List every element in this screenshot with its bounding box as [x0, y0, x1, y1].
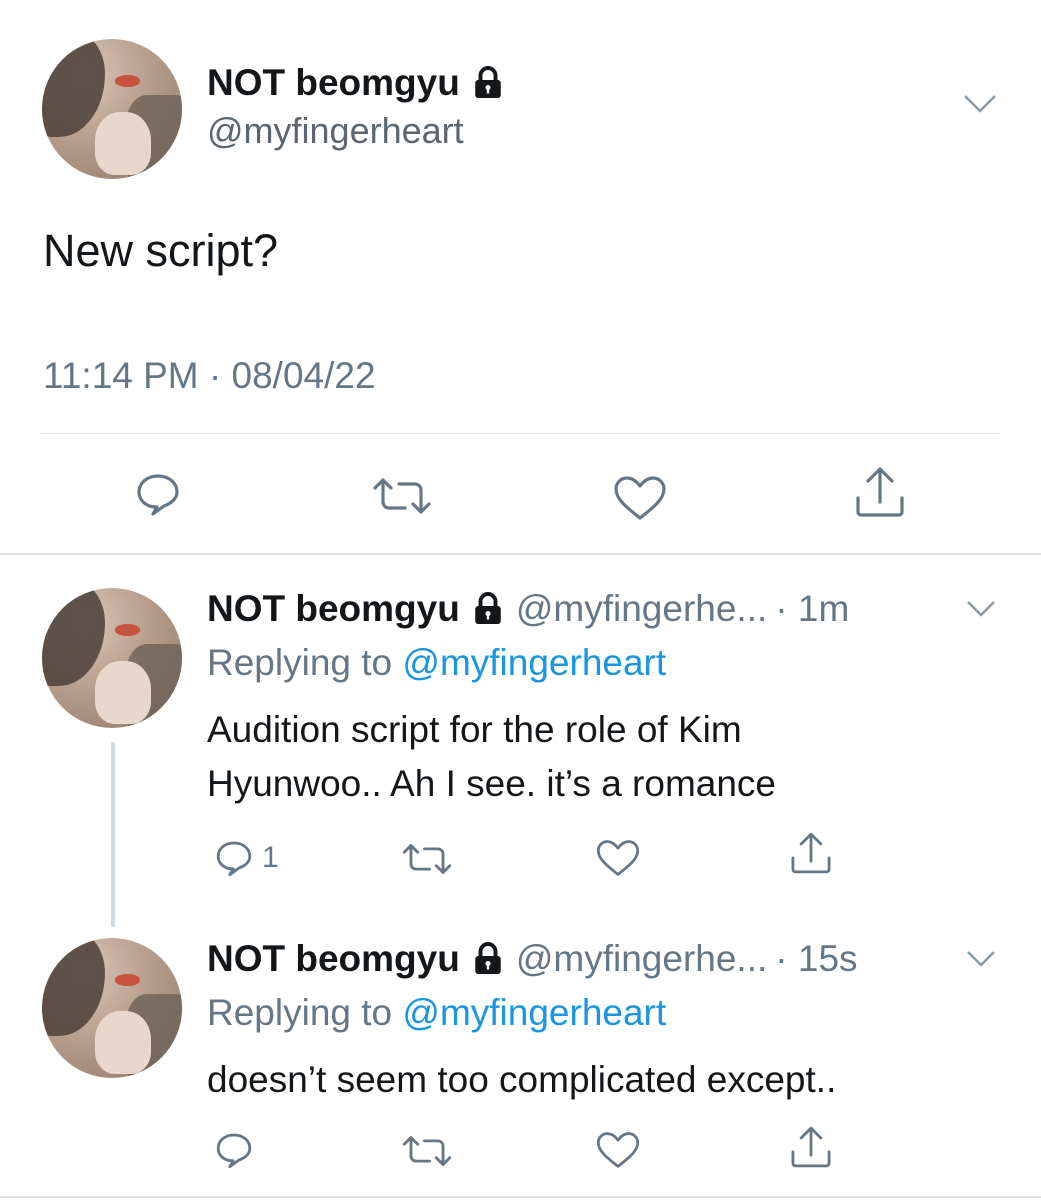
tweet-time[interactable]: · 1m — [775, 588, 849, 630]
reply-icon — [137, 474, 179, 516]
retweet-button[interactable] — [400, 1134, 454, 1168]
lock-icon — [475, 942, 501, 974]
retweet-icon — [373, 478, 431, 514]
reply-count: 1 — [262, 841, 279, 874]
tweet-text: New script? — [43, 225, 279, 276]
like-icon — [596, 840, 640, 876]
lock-icon — [475, 592, 501, 624]
share-icon — [856, 467, 904, 517]
avatar[interactable] — [42, 588, 182, 728]
like-button[interactable] — [595, 1130, 641, 1170]
replying-to: Replying to @myfingerheart — [207, 642, 667, 683]
reply-button[interactable]: 1 — [214, 838, 279, 878]
like-icon — [596, 1132, 640, 1168]
retweet-button[interactable] — [370, 476, 434, 516]
mention-link[interactable]: @myfingerheart — [402, 992, 666, 1033]
thread-connector — [111, 742, 115, 927]
chevron-down-icon[interactable] — [966, 950, 996, 968]
display-name[interactable]: NOT beomgyu — [207, 588, 460, 630]
avatar[interactable] — [42, 39, 182, 179]
reply-icon — [216, 1133, 252, 1169]
user-handle[interactable]: @myfingerhe... — [516, 938, 767, 980]
display-name[interactable]: NOT beomgyu — [207, 62, 506, 104]
user-handle[interactable]: @myfingerhe... — [516, 588, 767, 630]
like-icon — [614, 476, 666, 520]
tweet-text: Audition script for the role of Kim Hyun… — [207, 709, 777, 804]
divider — [40, 433, 1000, 434]
reply-icon — [216, 841, 252, 877]
retweet-button[interactable] — [400, 842, 454, 876]
reply-header: NOT beomgyu @myfingerhe... · 1m — [207, 588, 849, 630]
share-icon — [791, 1126, 831, 1168]
share-button[interactable] — [788, 830, 834, 876]
retweet-icon — [402, 844, 452, 874]
reply-button[interactable] — [134, 470, 182, 518]
share-button[interactable] — [852, 464, 908, 520]
share-icon — [791, 832, 831, 874]
avatar[interactable] — [42, 938, 182, 1078]
like-button[interactable] — [612, 474, 668, 522]
chevron-down-icon[interactable] — [962, 93, 998, 115]
reply-button[interactable] — [214, 1130, 254, 1170]
tweet-time[interactable]: · 15s — [775, 938, 857, 980]
tweet-timestamp[interactable]: 11:14 PM · 08/04/22 — [43, 355, 376, 397]
section-divider — [0, 1196, 1041, 1198]
reply-header: NOT beomgyu @myfingerhe... · 15s — [207, 938, 858, 980]
tweet-text: doesn’t seem too complicated except.. — [207, 1059, 837, 1100]
display-name[interactable]: NOT beomgyu — [207, 938, 460, 980]
section-divider — [0, 553, 1041, 555]
user-handle[interactable]: @myfingerheart — [207, 110, 464, 152]
like-button[interactable] — [595, 838, 641, 878]
lock-icon — [475, 66, 501, 98]
share-button[interactable] — [788, 1124, 834, 1170]
retweet-icon — [402, 1136, 452, 1166]
replying-to: Replying to @myfingerheart — [207, 992, 667, 1033]
chevron-down-icon[interactable] — [966, 600, 996, 618]
mention-link[interactable]: @myfingerheart — [402, 642, 666, 683]
